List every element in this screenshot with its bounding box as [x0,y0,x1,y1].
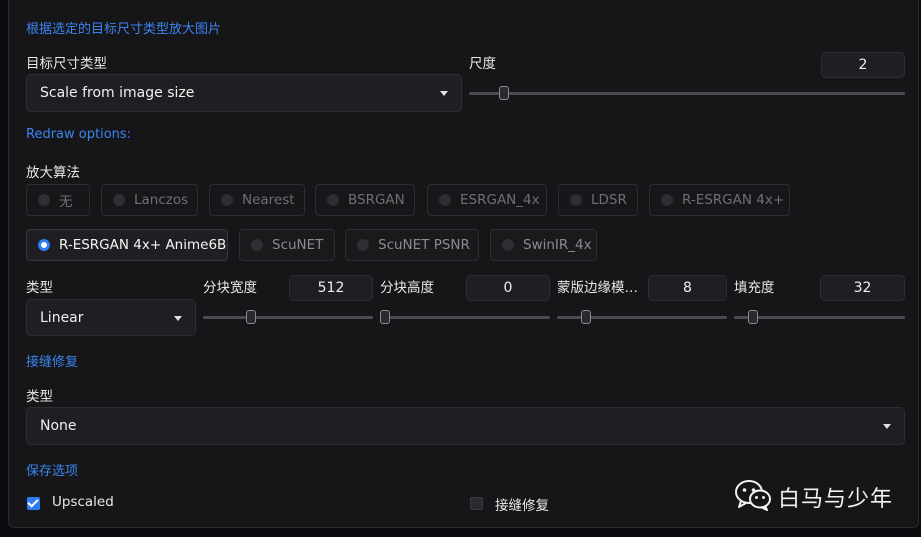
redraw-options-title: Redraw options: [26,127,132,142]
chevron-down-icon [174,315,182,321]
scale-slider-track[interactable] [469,92,905,95]
upscaler-option-lanczos[interactable]: Lanczos [101,184,198,216]
seams-type-label: 类型 [26,389,53,405]
tile-height-label: 分块高度 [380,280,434,296]
tile-width-slider-track[interactable] [203,316,373,319]
upscaler-option-label: Nearest [242,192,295,208]
upscaler-option-none[interactable]: 无 [26,184,90,216]
upscaler-option-label: BSRGAN [348,192,405,208]
scale-label: 尺度 [469,56,496,72]
upscaler-option-label: LDSR [591,192,627,208]
chevron-down-icon [440,91,448,96]
tile-height-slider-handle[interactable] [380,310,390,324]
upscaler-option-swinir-4x[interactable]: SwinIR_4x [490,229,597,261]
target-size-value: Scale from image size [40,85,195,101]
upscaler-label: 放大算法 [26,165,80,181]
target-size-dropdown[interactable]: Scale from image size [26,74,462,112]
upscaler-option-scunet-psnr[interactable]: ScuNET PSNR [345,229,479,261]
upscaler-option-esrgan-4x[interactable]: ESRGAN_4x [427,184,547,216]
padding-label: 填充度 [734,280,775,296]
radio-icon [251,239,263,251]
tile-height-input[interactable]: 0 [466,275,550,301]
padding-slider-handle[interactable] [748,310,759,324]
tile-width-slider-handle[interactable] [246,310,257,324]
upscaler-option-label: R-ESRGAN 4x+ Anime6B [59,237,227,253]
upscaler-option-label: R-ESRGAN 4x+ [682,192,785,208]
mask-blur-slider-handle[interactable] [581,310,591,324]
mask-blur-label: 蒙版边缘模… [557,280,638,296]
radio-icon [570,194,582,206]
section-title: 根据选定的目标尺寸类型放大图片 [26,22,222,37]
upscaler-option-label: SwinIR_4x [523,237,592,253]
radio-selected-icon [38,239,50,251]
upscaler-option-scunet[interactable]: ScuNET [239,229,335,261]
scale-slider-handle[interactable] [498,86,509,100]
seams-fix-title: 接缝修复 [26,355,79,370]
padding-input[interactable]: 32 [820,275,905,301]
upscaler-option-resrgan-4x-plus[interactable]: R-ESRGAN 4x+ [649,184,790,216]
watermark-text: 白马与少年 [778,487,894,512]
upscaler-option-resrgan-anime6b[interactable]: R-ESRGAN 4x+ Anime6B [26,229,228,261]
seams-type-dropdown[interactable]: None [26,407,905,445]
upscaler-option-label: ScuNET [272,237,324,253]
radio-icon [357,239,369,251]
tile-height-slider-track[interactable] [380,316,550,319]
radio-icon [439,194,451,206]
tile-width-input[interactable]: 512 [289,275,373,301]
radio-icon [661,194,673,206]
radio-icon [327,194,339,206]
radio-icon [502,239,514,251]
target-size-label: 目标尺寸类型 [26,56,107,72]
seams-fix-save-label: 接缝修复 [495,498,549,514]
padding-slider-track[interactable] [734,316,905,319]
upscaled-checkbox[interactable] [27,496,40,510]
radio-icon [113,194,125,206]
mask-blur-input[interactable]: 8 [648,275,727,301]
upscaler-option-label: ScuNET PSNR [378,237,470,253]
upscaled-label: Upscaled [52,494,114,510]
upscaler-option-label: ESRGAN_4x [460,192,540,208]
save-options-title: 保存选项 [26,464,79,479]
seams-fix-checkbox[interactable] [470,497,483,510]
radio-icon [38,194,50,206]
upscaler-option-bsrgan[interactable]: BSRGAN [315,184,415,216]
wechat-icon [734,478,772,512]
chevron-down-icon [883,424,891,429]
radio-icon [221,194,233,206]
upscaler-option-ldsr[interactable]: LDSR [558,184,638,216]
seams-type-value: None [40,418,77,434]
scale-input[interactable]: 2 [821,52,905,78]
tile-width-label: 分块宽度 [203,280,257,296]
upscaler-option-nearest[interactable]: Nearest [209,184,305,216]
upscale-panel: 根据选定的目标尺寸类型放大图片 目标尺寸类型 Scale from image … [8,0,919,528]
upscaler-option-label: 无 [59,194,73,210]
upscaler-option-label: Lanczos [134,192,189,208]
type-label: 类型 [26,280,53,296]
type-value: Linear [40,309,84,326]
type-dropdown[interactable]: Linear [26,299,196,336]
checkmark-icon [27,496,39,508]
